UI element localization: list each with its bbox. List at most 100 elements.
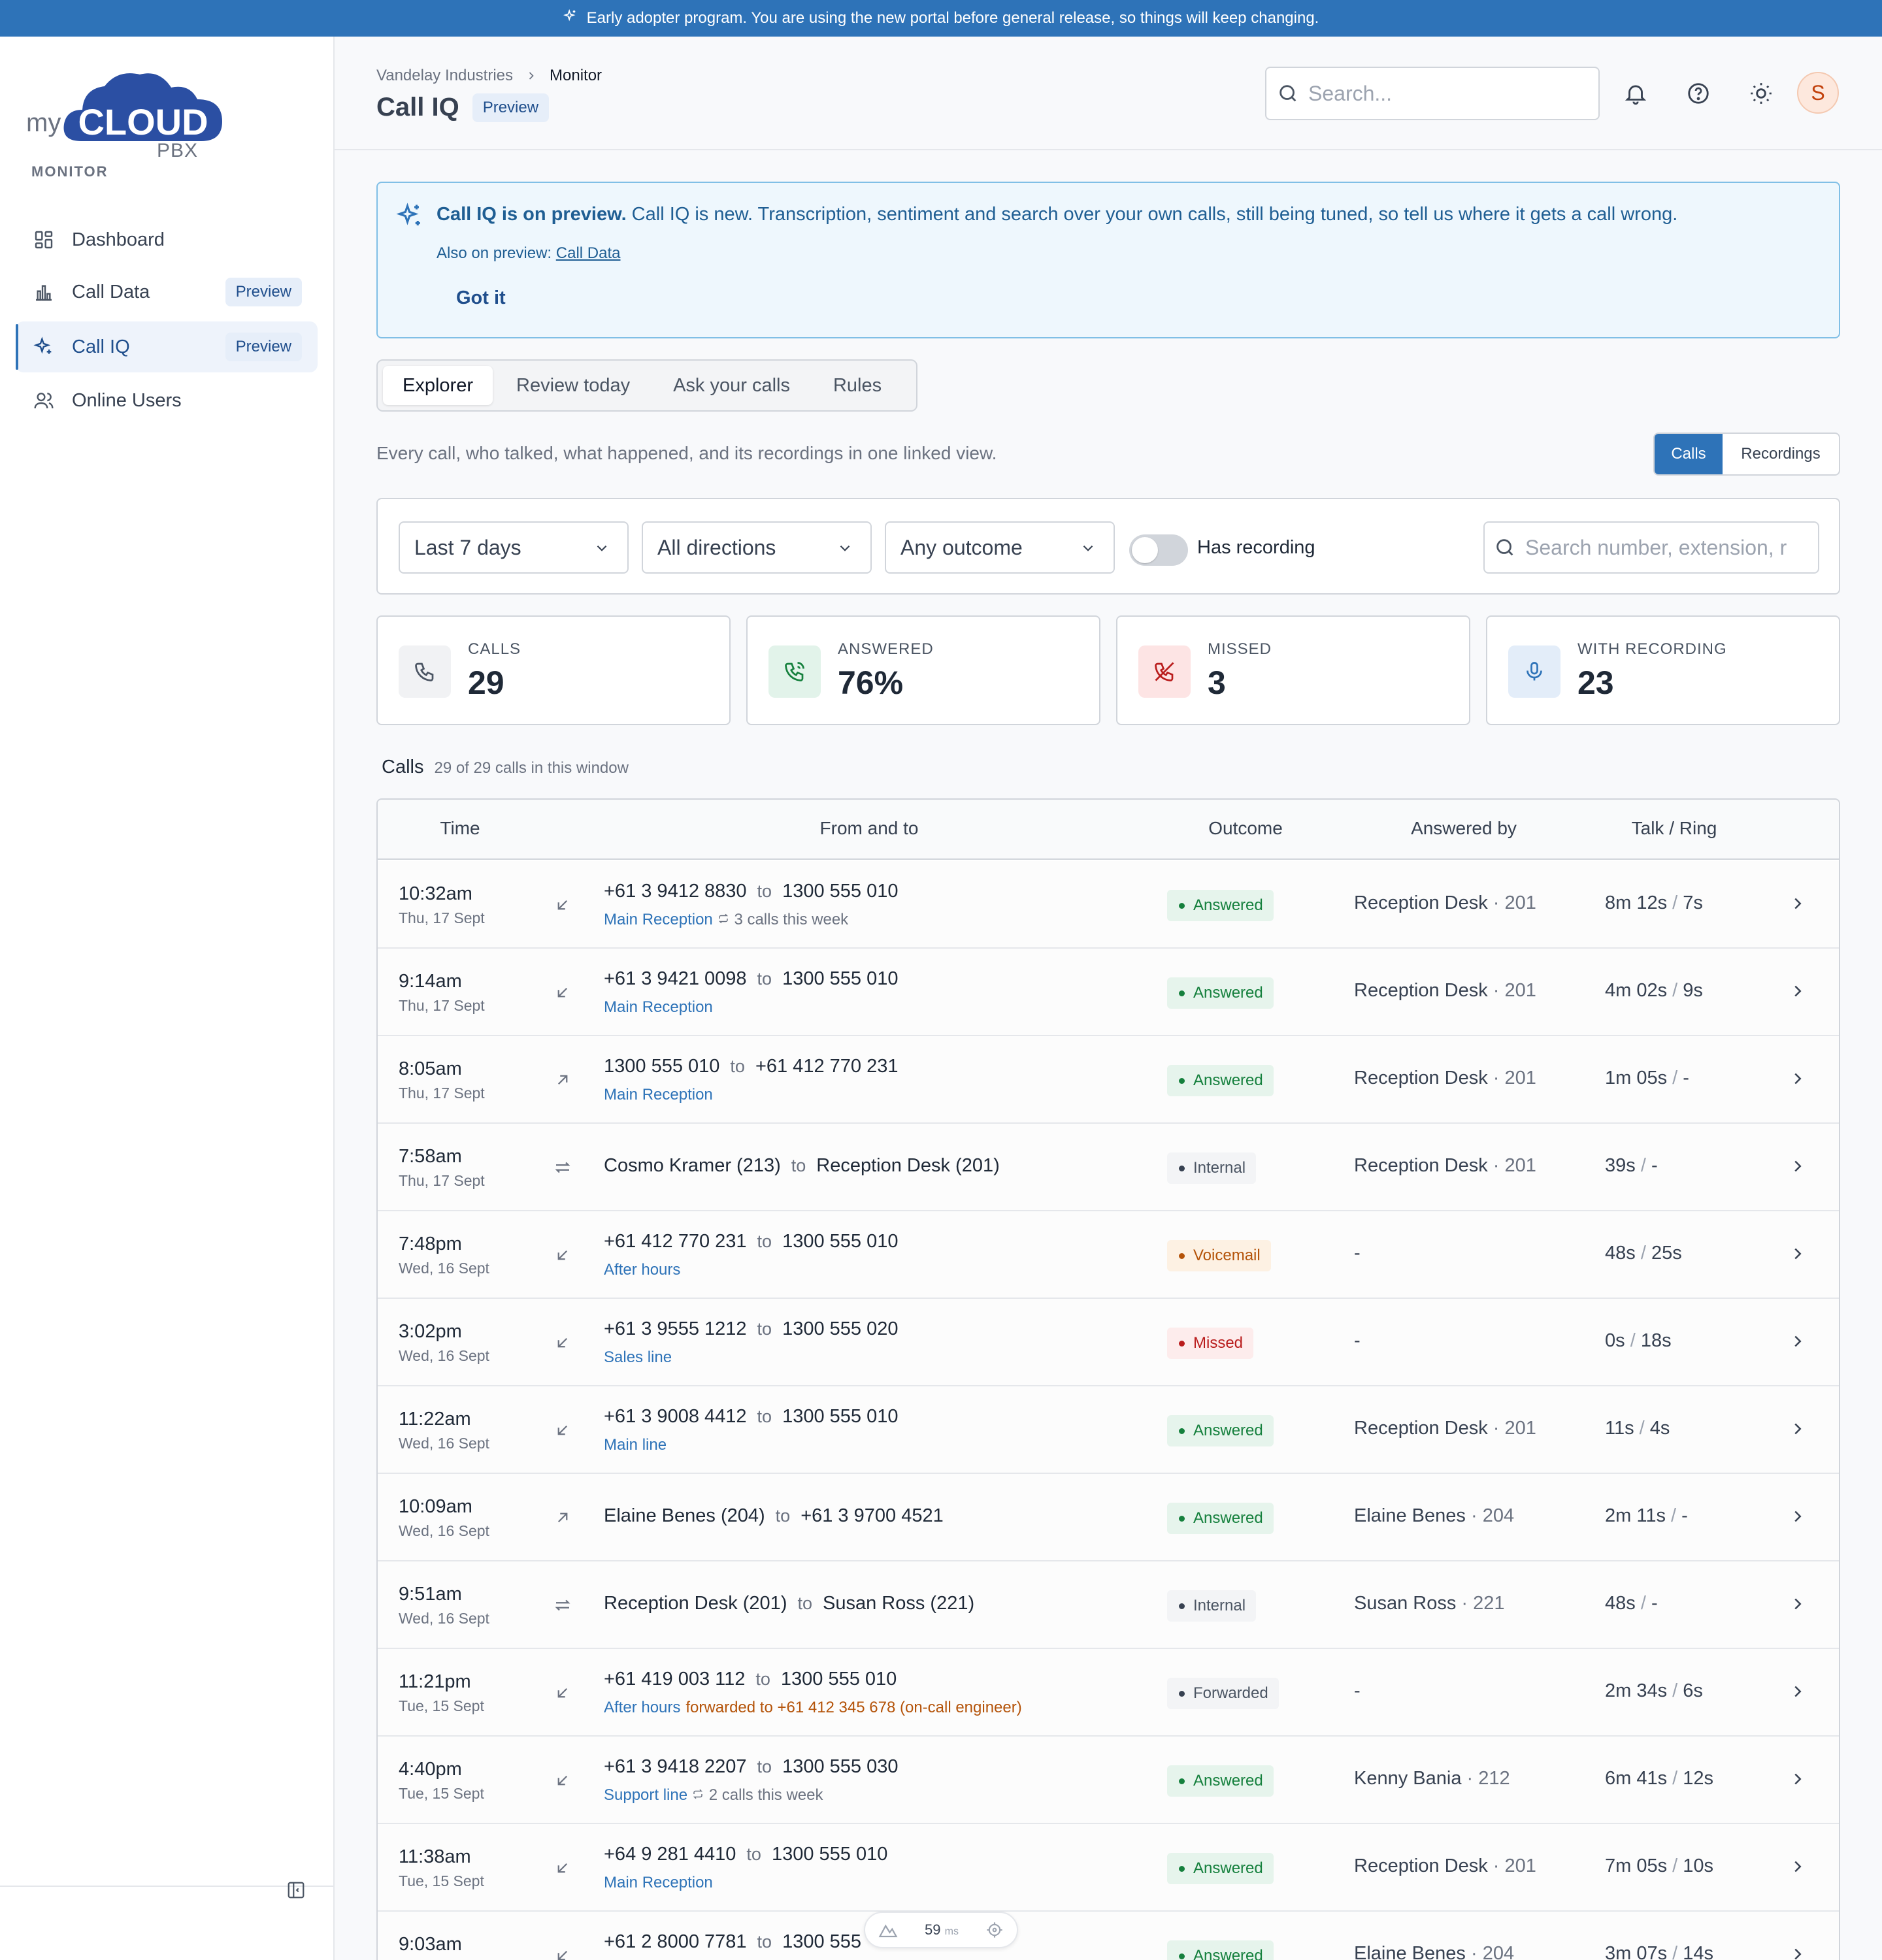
mountain-icon	[878, 1924, 898, 1938]
collapse-sidebar-icon[interactable]	[286, 1880, 306, 1900]
call-route-link[interactable]: Main Reception	[604, 911, 713, 928]
dev-perf-widget[interactable]: 59 ms	[864, 1912, 1018, 1948]
preview-badge: Preview	[225, 278, 302, 306]
table-row[interactable]: 9:51am Wed, 16 Sept Reception Desk (201) to…	[378, 1561, 1839, 1649]
chevron-right-icon[interactable]	[1788, 1069, 1808, 1088]
tab-ask-your-calls[interactable]: Ask your calls	[653, 366, 810, 405]
bell-icon[interactable]	[1623, 81, 1648, 106]
has-recording-toggle[interactable]	[1129, 534, 1188, 566]
table-row[interactable]: 9:03amTue, 15 Sept+61 2 8000 7781to1300 …	[378, 1912, 1839, 1960]
talk-ring: 48s / 25s	[1605, 1243, 1682, 1264]
answered-by-ext-sep: ·	[1487, 980, 1505, 1001]
call-parties: +61 412 770 231 to 1300 555 010	[604, 1231, 898, 1252]
sidebar-item-dashboard[interactable]: Dashboard	[16, 214, 318, 265]
call-route-link[interactable]: Main Reception	[604, 1086, 713, 1103]
talk-time: 2m 34s	[1605, 1680, 1668, 1701]
column-talk-ring[interactable]: Talk / Ring	[1632, 818, 1717, 839]
table-row[interactable]: 3:02pm Wed, 16 Sept +61 3 9555 1212 to 1300 …	[378, 1299, 1839, 1386]
chevron-right-icon[interactable]	[1788, 1156, 1808, 1176]
column-answered-by[interactable]: Answered by	[1411, 818, 1517, 839]
column-outcome[interactable]: Outcome	[1208, 818, 1283, 839]
answered-by: -	[1354, 1680, 1361, 1702]
call-route-link[interactable]: Support line	[604, 1786, 687, 1804]
global-search-input[interactable]: Search...	[1265, 67, 1600, 120]
dashboard-icon	[33, 229, 55, 251]
stat-card-missed: MISSED 3	[1116, 615, 1470, 725]
sidebar-item-online-users[interactable]: Online Users	[16, 375, 318, 426]
repeat-count: 3 calls this week	[734, 911, 849, 928]
call-route-link[interactable]: Main Reception	[604, 998, 713, 1016]
brand-logo[interactable]: my CLOUD PBX	[24, 56, 222, 180]
stat-value: 29	[468, 664, 504, 701]
tab-rules[interactable]: Rules	[814, 366, 901, 405]
to-label: to	[746, 1844, 761, 1864]
column-time[interactable]: Time	[440, 818, 480, 839]
chevron-right-icon[interactable]	[1788, 1419, 1808, 1439]
talk-ring: 7m 05s / 10s	[1605, 1855, 1713, 1877]
call-route-link[interactable]: After hours	[604, 1699, 680, 1716]
sparkle-icon	[563, 8, 578, 28]
call-date: Wed, 16 Sept	[399, 1610, 489, 1627]
call-subline: Main Reception	[604, 998, 713, 1017]
chevron-right-icon[interactable]	[1788, 894, 1808, 913]
chevron-right-icon[interactable]	[1788, 1594, 1808, 1614]
table-row[interactable]: 7:58am Thu, 17 Sept Cosmo Kramer (213) to Re…	[378, 1124, 1839, 1211]
call-subline: Main line	[604, 1436, 667, 1454]
tab-review-today[interactable]: Review today	[497, 366, 650, 405]
breadcrumb-org[interactable]: Vandelay Industries	[376, 67, 513, 85]
sidebar-item-call-iq[interactable]: Call IQ Preview	[16, 321, 318, 372]
call-parties: +61 3 9412 8830 to 1300 555 010	[604, 881, 898, 902]
table-row[interactable]: 7:48pm Wed, 16 Sept +61 412 770 231 to 1300 …	[378, 1211, 1839, 1299]
page-header: Vandelay Industries Monitor Call IQ Prev…	[335, 37, 1882, 150]
table-row[interactable]: 11:21pm Tue, 15 Sept +61 419 003 112 to 1300…	[378, 1649, 1839, 1737]
theme-sun-icon[interactable]	[1749, 81, 1774, 106]
answered-by-ext-sep: ·	[1487, 1068, 1505, 1088]
chevron-right-icon[interactable]	[1788, 1857, 1808, 1876]
outcome-select[interactable]: Any outcome	[885, 521, 1115, 574]
date-range-select[interactable]: Last 7 days	[399, 521, 629, 574]
nav-section-monitor: MONITOR	[31, 163, 108, 180]
chevron-right-icon[interactable]	[1788, 1682, 1808, 1701]
table-row[interactable]: 11:22am Wed, 16 Sept +61 3 9008 4412 to 1300…	[378, 1386, 1839, 1474]
latency-readout: 59 ms	[925, 1921, 959, 1938]
table-row[interactable]: 11:38am Tue, 15 Sept +64 9 281 4410 to 1300 …	[378, 1824, 1839, 1912]
recordings-toggle-button[interactable]: Recordings	[1723, 434, 1839, 474]
table-row[interactable]: 4:40pm Tue, 15 Sept +61 3 9418 2207 to 1300 …	[378, 1737, 1839, 1824]
table-row[interactable]: 9:14am Thu, 17 Sept +61 3 9421 0098 to 1300 …	[378, 949, 1839, 1036]
table-row[interactable]: 10:32am Thu, 17 Sept +61 3 9412 8830 to 1300…	[378, 861, 1839, 949]
forward-info: forwarded to +61 412 345 678 (on-call en…	[685, 1699, 1022, 1716]
call-subline: Main Reception	[604, 1086, 713, 1104]
direction-select[interactable]: All directions	[642, 521, 872, 574]
call-route-link[interactable]: After hours	[604, 1261, 680, 1279]
chevron-right-icon[interactable]	[1788, 1507, 1808, 1526]
sparkle-icon	[33, 336, 55, 358]
got-it-button[interactable]: Got it	[456, 287, 506, 309]
outcome-badge: Internal	[1167, 1152, 1257, 1184]
arrow-down-left-icon	[557, 1863, 568, 1873]
table-row[interactable]: 10:09am Wed, 16 Sept Elaine Benes (204) to +…	[378, 1474, 1839, 1561]
tab-explorer[interactable]: Explorer	[383, 366, 493, 405]
help-icon[interactable]	[1686, 81, 1711, 106]
calls-toggle-button[interactable]: Calls	[1655, 434, 1723, 474]
chevron-right-icon[interactable]	[1788, 981, 1808, 1001]
chevron-right-icon[interactable]	[1788, 1331, 1808, 1351]
call-subline: Main Reception 3 calls this week	[604, 911, 848, 929]
talk-ring-separator: /	[1667, 1068, 1683, 1088]
answered-by-ext: 221	[1473, 1593, 1505, 1614]
chevron-right-icon[interactable]	[1788, 1244, 1808, 1264]
sidebar: my CLOUD PBX MONITOR Dashboard Call Data…	[0, 37, 335, 1960]
call-route-link[interactable]: Main Reception	[604, 1874, 713, 1891]
call-data-link[interactable]: Call Data	[556, 244, 621, 262]
answered-by: Reception Desk · 201	[1354, 1155, 1536, 1177]
call-route-link[interactable]: Main line	[604, 1436, 667, 1454]
avatar[interactable]: S	[1797, 72, 1839, 114]
answered-by-ext: 204	[1482, 1505, 1515, 1526]
call-route-link[interactable]: Sales line	[604, 1348, 672, 1366]
sidebar-item-call-data[interactable]: Call Data Preview	[16, 267, 318, 318]
call-date: Wed, 16 Sept	[399, 1260, 489, 1277]
chevron-right-icon[interactable]	[1788, 1944, 1808, 1960]
chevron-right-icon[interactable]	[1788, 1769, 1808, 1789]
call-search-input[interactable]: Search number, extension, r	[1483, 521, 1819, 574]
table-row[interactable]: 8:05am Thu, 17 Sept 1300 555 010 to +61 412 …	[378, 1036, 1839, 1124]
answered-by-name: -	[1354, 1243, 1361, 1264]
